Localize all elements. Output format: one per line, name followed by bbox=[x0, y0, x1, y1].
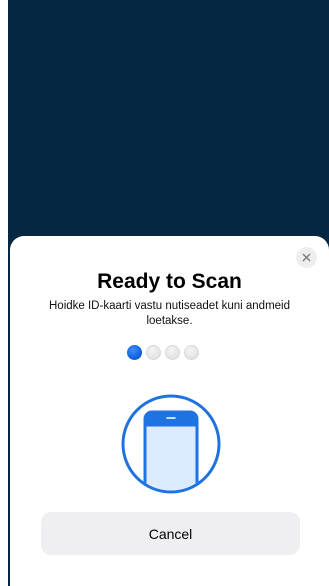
cancel-button[interactable]: Cancel bbox=[41, 512, 300, 555]
screen: Ready to Scan Hoidke ID-kaarti vastu nut… bbox=[0, 0, 329, 586]
progress-dot bbox=[146, 345, 161, 360]
phone-icon bbox=[121, 394, 221, 494]
progress-indicator bbox=[127, 345, 199, 360]
close-button[interactable] bbox=[296, 247, 317, 268]
sheet-instruction: Hoidke ID-kaarti vastu nutiseadet kuni a… bbox=[49, 300, 290, 327]
progress-dot bbox=[165, 345, 180, 360]
close-icon bbox=[302, 253, 311, 262]
sheet-title: Ready to Scan bbox=[97, 270, 242, 293]
progress-dot bbox=[184, 345, 199, 360]
progress-dot-active bbox=[127, 345, 142, 360]
